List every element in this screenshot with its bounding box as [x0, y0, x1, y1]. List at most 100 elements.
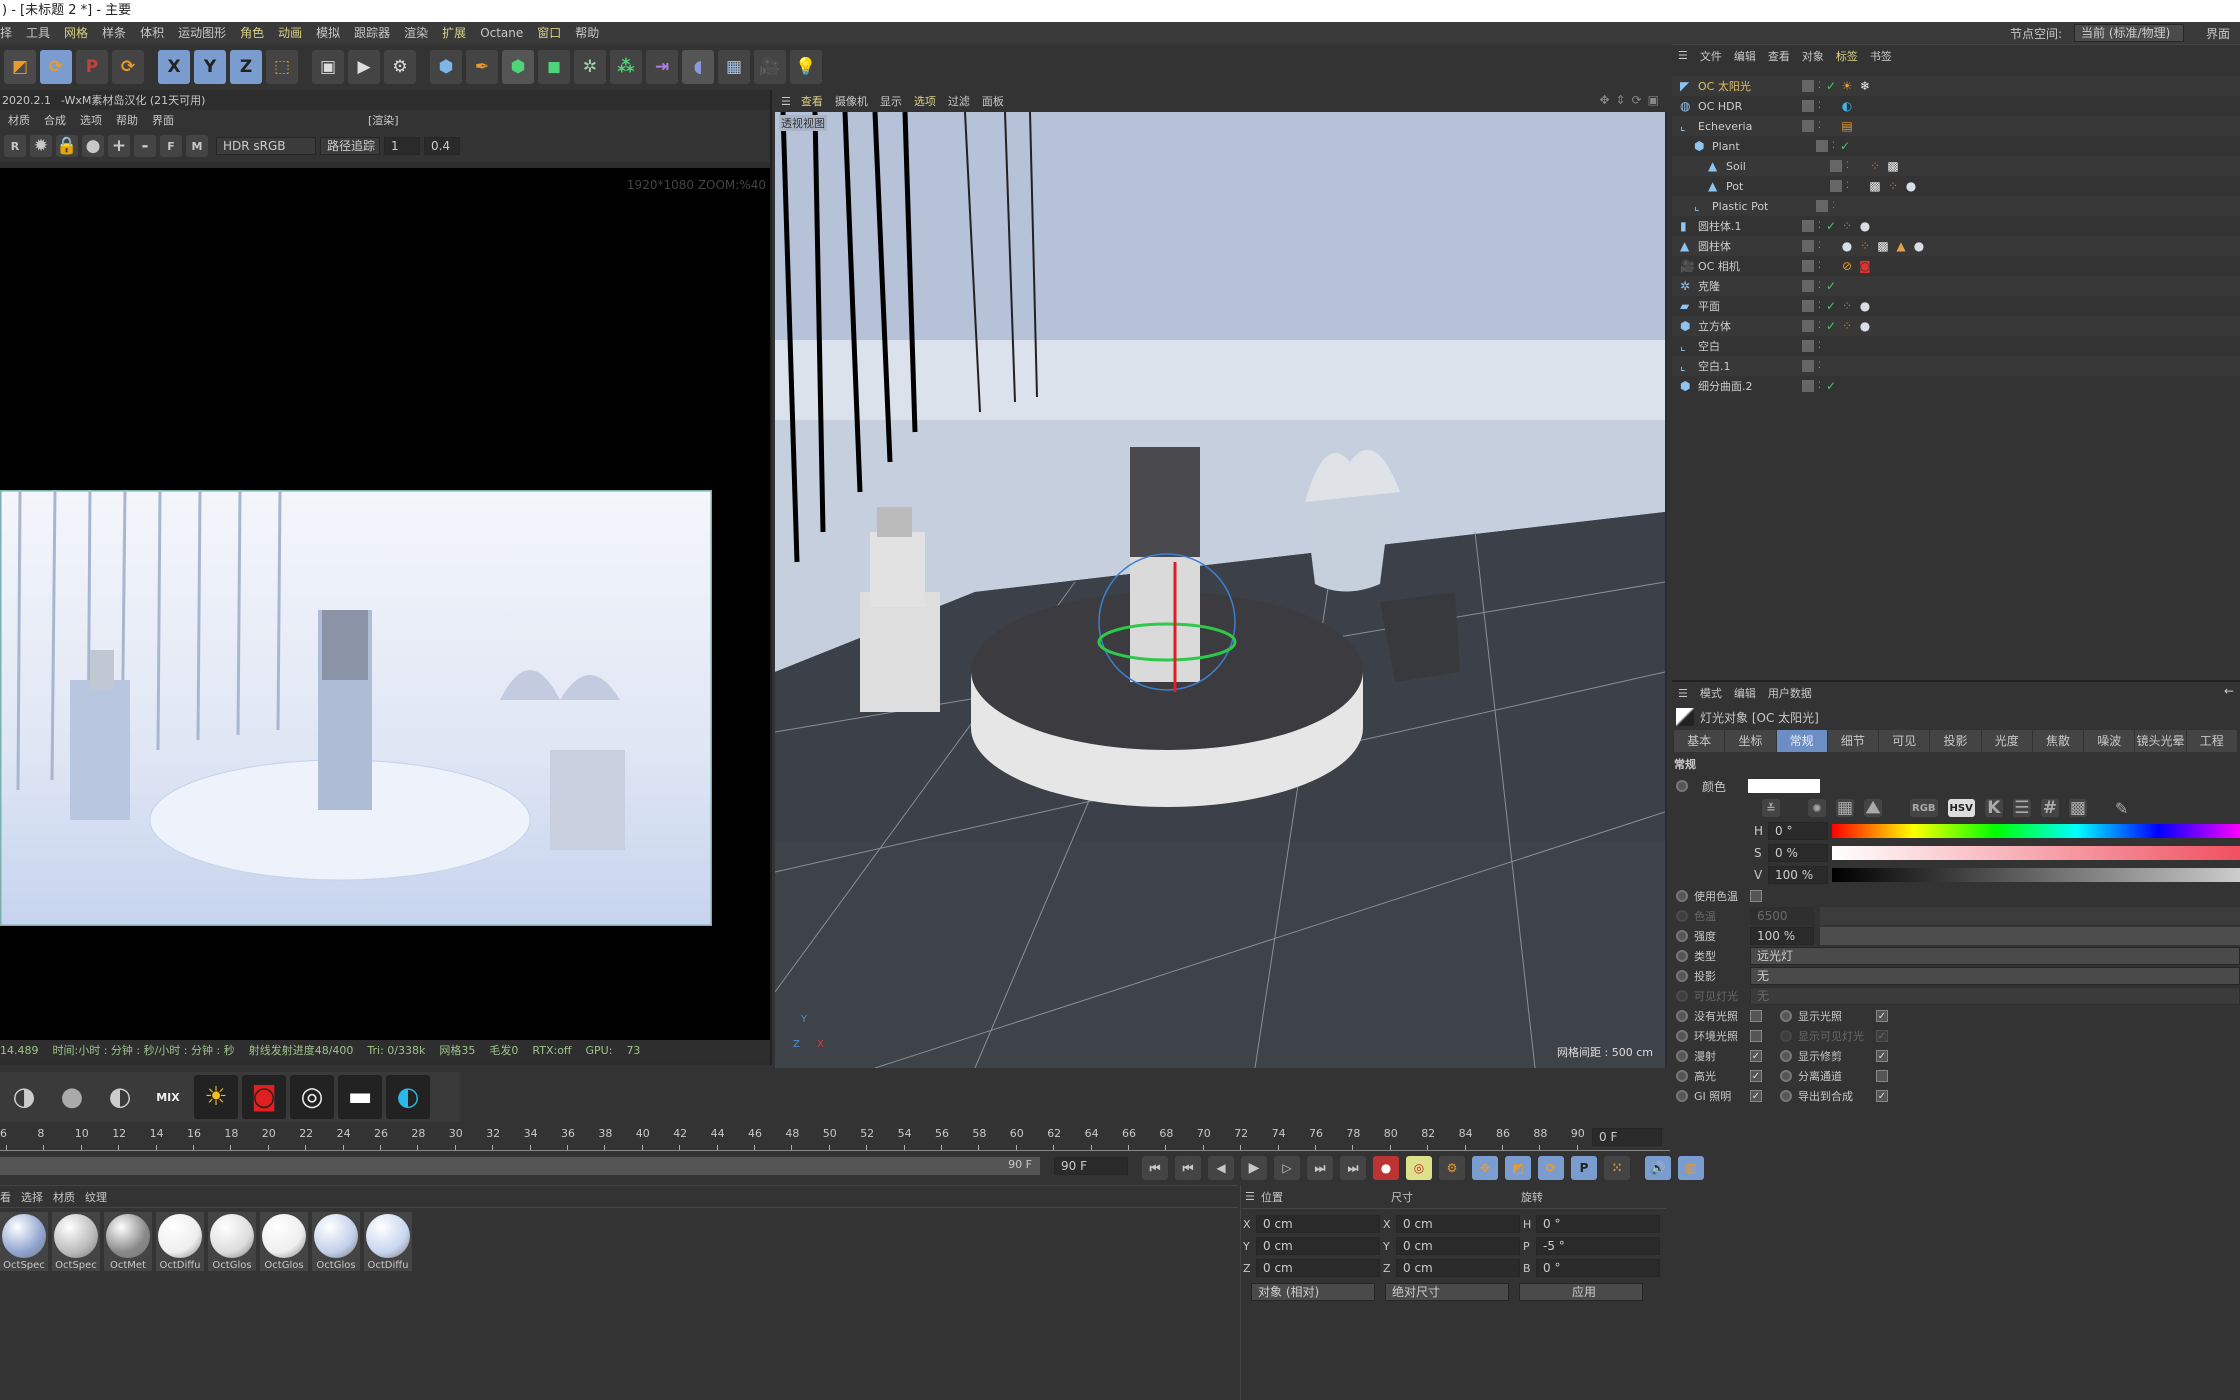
visibility-dots-icon[interactable]: ⁚ — [1832, 142, 1840, 151]
mograph-icon[interactable]: ⁂ — [610, 50, 642, 84]
scale-icon[interactable]: ◩ — [4, 50, 36, 84]
object-name[interactable]: Pot — [1726, 180, 1830, 193]
object-name[interactable]: Soil — [1726, 160, 1830, 173]
intensity-field[interactable]: 100 % — [1750, 927, 1814, 945]
enabled-check-icon[interactable]: ✓ — [1826, 219, 1838, 233]
menu-item[interactable]: 工具 — [26, 22, 50, 44]
object-name[interactable]: OC HDR — [1698, 100, 1802, 113]
frame-range-slider[interactable]: 90 F — [0, 1157, 1040, 1175]
reset-icon[interactable]: R — [4, 135, 26, 157]
x-axis-icon[interactable]: X — [158, 50, 190, 84]
hsv-s-field[interactable]: 0 % — [1768, 844, 1828, 862]
coordinate-mode-select[interactable]: 对象 (相对) — [1251, 1283, 1375, 1301]
animate-radio[interactable] — [1780, 1090, 1792, 1102]
menu-item[interactable]: 跟踪器 — [354, 22, 390, 44]
deformer-icon[interactable]: ⇥ — [646, 50, 678, 84]
layer-icon[interactable] — [1802, 220, 1814, 232]
object-name[interactable]: OC 太阳光 — [1698, 78, 1802, 94]
render-menu-item[interactable]: 材质 — [8, 112, 30, 128]
render-menu-item[interactable]: 界面 — [152, 112, 174, 128]
visibility-dots-icon[interactable]: ⁚ — [1818, 82, 1826, 91]
kelvin-icon[interactable]: K — [1984, 798, 2003, 818]
layer-icon[interactable] — [1802, 100, 1814, 112]
attribute-menu-item[interactable]: 模式 — [1700, 685, 1722, 701]
layout-menu[interactable]: 界面 — [2206, 25, 2230, 42]
object-name[interactable]: Plastic Pot — [1712, 200, 1816, 213]
visibility-dots-icon[interactable]: ⁚ — [1818, 122, 1826, 131]
animate-radio[interactable] — [1676, 1090, 1688, 1102]
hdr-tag-icon[interactable]: ◐ — [1838, 99, 1856, 113]
layer-icon[interactable] — [1802, 300, 1814, 312]
viewport-menu-item[interactable]: 面板 — [982, 93, 1004, 109]
visibility-dots-icon[interactable]: ⁚ — [1818, 102, 1826, 111]
layer-icon[interactable] — [1830, 160, 1842, 172]
layer-icon[interactable] — [1802, 80, 1814, 92]
maximize-icon[interactable]: ▣ — [1648, 93, 1659, 107]
hsv-h-slider[interactable] — [1832, 824, 2240, 838]
intensity-animate-radio[interactable] — [1676, 930, 1688, 942]
object-row[interactable]: ⌞ 空白 ⁚ — [1672, 336, 2240, 356]
viewport-menu-item[interactable]: 显示 — [880, 93, 902, 109]
extrude-icon[interactable]: ◼ — [538, 50, 570, 84]
material-swatch[interactable]: OctGlos — [312, 1212, 360, 1271]
object-row[interactable]: ◤ OC 太阳光 ⁚ ✓ ☀ ❄ — [1672, 76, 2240, 96]
render-canvas[interactable]: 1920*1080 ZOOM:%40 — [0, 168, 770, 1040]
lock-icon[interactable]: 🔒 — [56, 135, 78, 157]
option-checkbox[interactable]: ✓ — [1750, 1090, 1762, 1102]
animate-radio[interactable] — [1780, 1050, 1792, 1062]
key-position-icon[interactable]: ✥ — [1472, 1156, 1498, 1180]
option-checkbox[interactable]: ✓ — [1876, 1030, 1888, 1042]
coordinate-field[interactable]: 0 cm — [1396, 1259, 1520, 1277]
object-manager-menu-item[interactable]: 文件 — [1700, 48, 1722, 64]
end-frame-field[interactable]: 90 F — [1054, 1157, 1128, 1175]
film-icon[interactable]: ▥ — [1678, 1156, 1704, 1180]
animate-radio[interactable] — [1676, 1070, 1688, 1082]
menu-item[interactable]: 扩展 — [442, 22, 466, 44]
layer-icon[interactable] — [1816, 200, 1828, 212]
attribute-tab[interactable]: 常规 — [1776, 730, 1827, 752]
material-tag-icon[interactable]: ● — [1902, 179, 1920, 193]
diffuse-material-icon[interactable]: ◑ — [2, 1075, 46, 1119]
object-manager-menu-item[interactable]: 编辑 — [1734, 48, 1756, 64]
sphere-icon[interactable]: ● — [82, 135, 104, 157]
object-manager-menu-item[interactable]: 查看 — [1768, 48, 1790, 64]
zoom-in-icon[interactable]: + — [108, 135, 130, 157]
spectrum-icon[interactable]: ▦ — [1836, 798, 1854, 818]
coordinate-system-icon[interactable]: ⬚ — [266, 50, 298, 84]
layer-icon[interactable] — [1816, 140, 1828, 152]
viewport-menu-item[interactable]: 查看 — [801, 93, 823, 109]
render-settings-icon[interactable]: ⚙ — [384, 50, 416, 84]
light-type-field[interactable]: 远光灯 — [1750, 947, 2240, 965]
menu-item[interactable]: 网格 — [64, 22, 88, 44]
intensity-slider[interactable] — [1820, 927, 2240, 945]
phong-tag-icon[interactable]: ⁘ — [1856, 239, 1874, 253]
swatches-icon[interactable]: ▩ — [2068, 798, 2087, 818]
attribute-menu-icon[interactable]: ☰ — [1678, 687, 1688, 700]
sound-icon[interactable]: 🔊 — [1645, 1156, 1671, 1180]
object-manager-menu-item[interactable]: 书签 — [1870, 48, 1892, 64]
cube-icon[interactable]: ⬢ — [430, 50, 462, 84]
color-space-select[interactable]: HDR sRGB — [216, 137, 316, 155]
autokey-icon[interactable]: ◎ — [1406, 1156, 1432, 1180]
visibility-dots-icon[interactable]: ⁚ — [1818, 262, 1826, 271]
hdr-icon[interactable]: ◐ — [386, 1075, 430, 1119]
render-menu-item[interactable]: 帮助 — [116, 112, 138, 128]
material-swatch[interactable]: OctMet — [104, 1212, 152, 1271]
menu-item[interactable]: 择 — [0, 22, 12, 44]
zoom-out-icon[interactable]: - — [134, 135, 156, 157]
go-to-end-icon[interactable]: ⏭ — [1340, 1156, 1366, 1180]
object-name[interactable]: 克隆 — [1698, 278, 1802, 294]
attribute-tab[interactable]: 镜头光晕 — [2135, 730, 2186, 752]
animate-radio[interactable] — [1676, 780, 1688, 792]
key-pla-icon[interactable]: ⁙ — [1604, 1156, 1630, 1180]
visibility-dots-icon[interactable]: ⁚ — [1832, 202, 1840, 211]
light-icon[interactable]: 💡 — [790, 50, 822, 84]
viewport-menu-icon[interactable]: ☰ — [781, 95, 791, 108]
psr-icon[interactable]: P — [76, 50, 108, 84]
attribute-tab[interactable]: 投影 — [1930, 730, 1981, 752]
enabled-check-icon[interactable]: ✓ — [1826, 379, 1838, 393]
recent-tool-icon[interactable]: ⟳ — [112, 50, 144, 84]
material-tag-icon[interactable]: ● — [1856, 219, 1874, 233]
orbit-icon[interactable]: ⟳ — [1632, 93, 1642, 107]
specular-material-icon[interactable]: ◐ — [98, 1075, 142, 1119]
